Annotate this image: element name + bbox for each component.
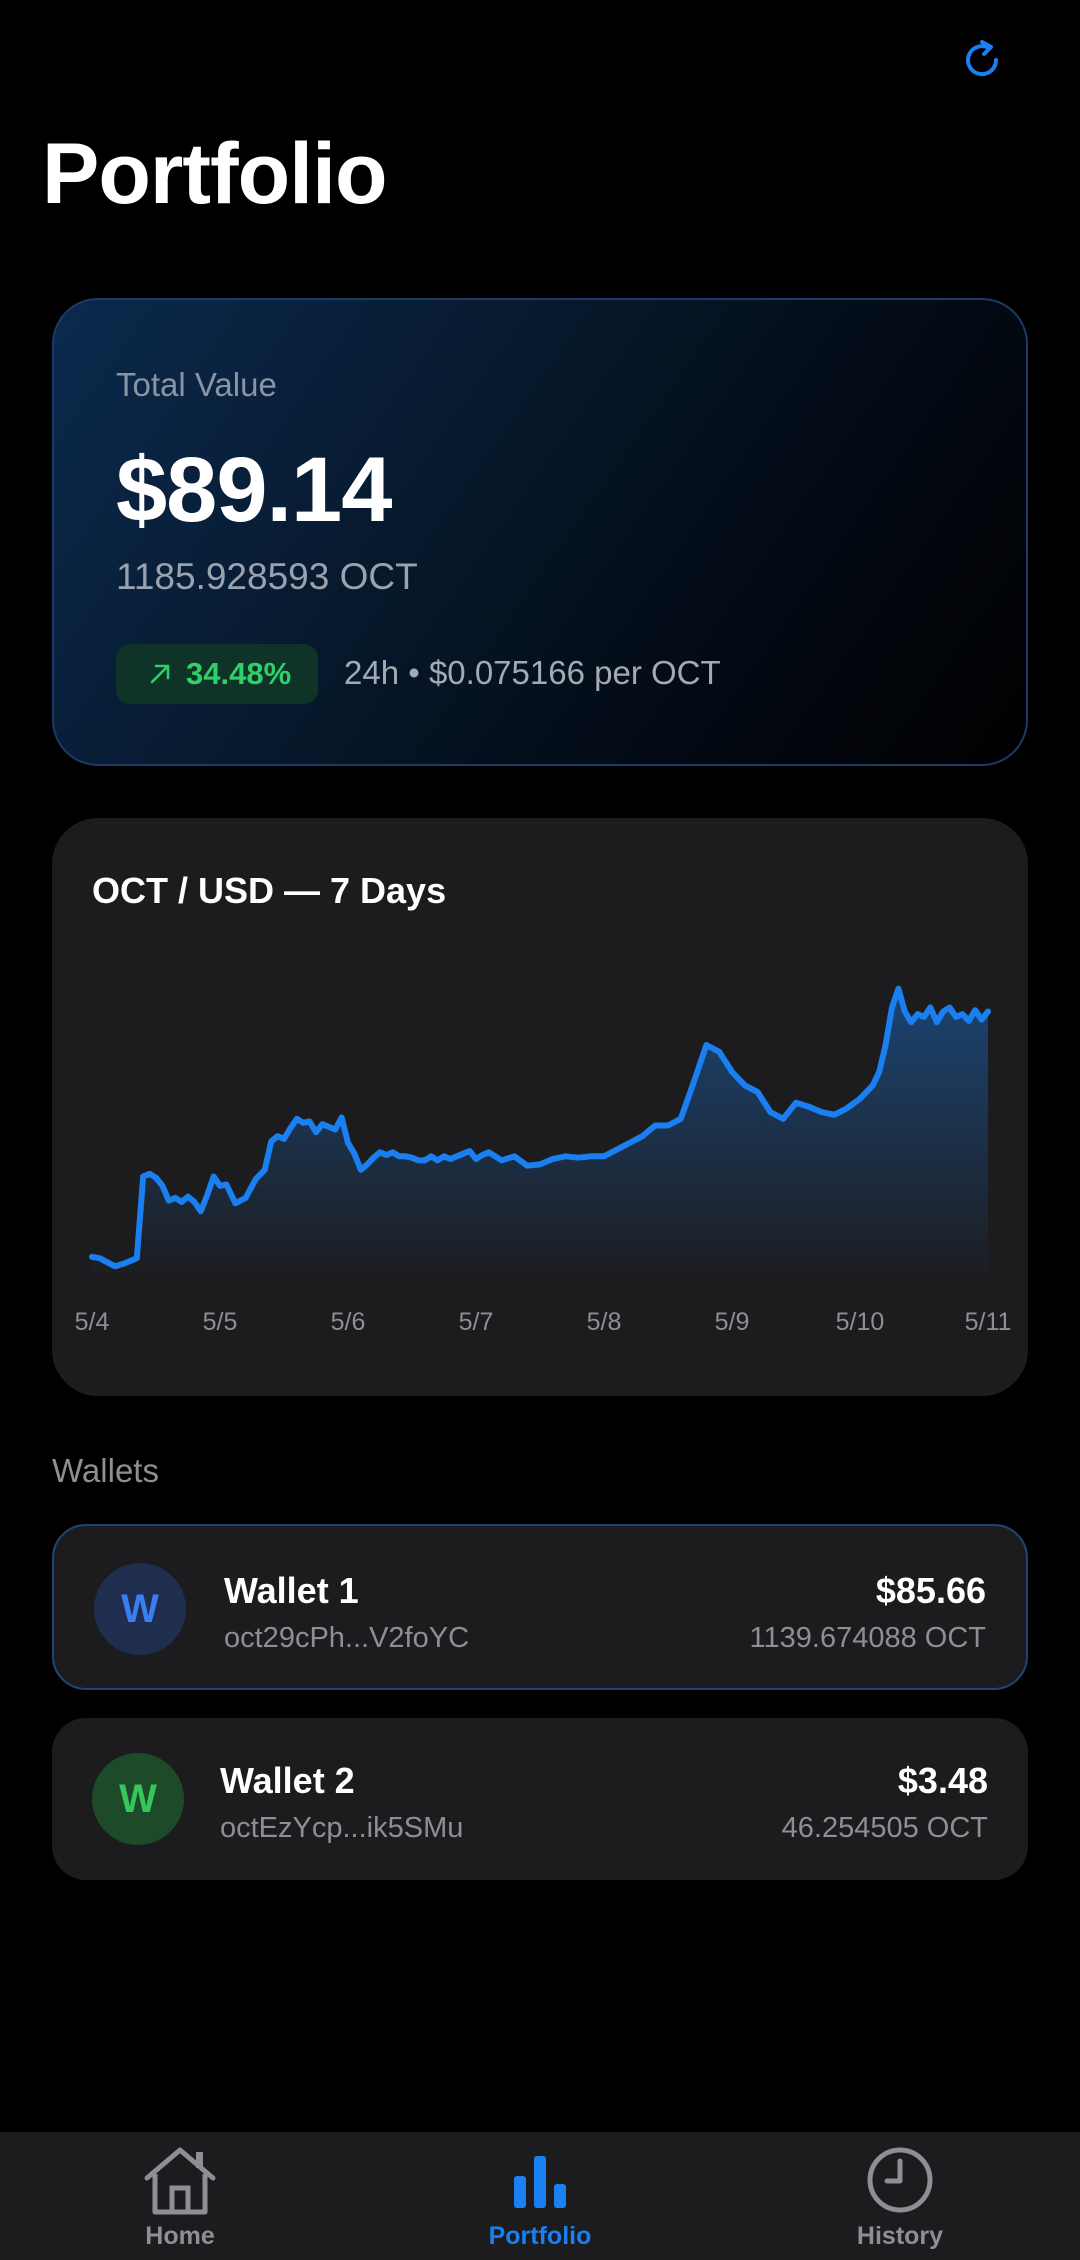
wallet-oct-value: 46.254505 OCT [781,1812,988,1844]
wallet-name: Wallet 2 [220,1760,355,1801]
home-icon [144,2147,216,2215]
x-tick-label: 5/6 [331,1308,366,1336]
chart-area-fill [92,988,988,1273]
wallet-name: Wallet 1 [224,1570,359,1611]
tab-label: Portfolio [488,2222,592,2250]
wallet-card-2[interactable]: W Wallet 2 octEzYcp...ik5SMu $3.48 46.25… [52,1718,1028,1880]
x-tick-label: 5/9 [715,1308,750,1336]
bar-chart-icon [514,2156,566,2208]
wallet-card-1[interactable]: W Wallet 1 oct29cPh...V2foYC $85.66 1139… [52,1524,1028,1690]
avatar: W [92,1753,184,1845]
page-title: Portfolio [42,126,387,222]
wallet-address: octEzYcp...ik5SMu [220,1812,464,1844]
total-oct-amount: 1185.928593 OCT [116,556,418,597]
total-value-amount: $89.14 [116,439,392,541]
change-badge: 34.48% [116,644,318,704]
x-tick-label: 5/10 [836,1308,885,1336]
x-tick-label: 5/11 [965,1308,1012,1336]
tab-label: History [856,2222,944,2250]
refresh-icon [966,40,999,77]
wallet-oct-value: 1139.674088 OCT [749,1622,986,1654]
avatar: W [94,1563,186,1655]
refresh-button[interactable] [952,30,1012,90]
wallet-usd-value: $3.48 [897,1760,988,1801]
wallet-address: oct29cPh...V2foYC [224,1622,470,1654]
price-chart: 5/4 5/5 5/6 5/7 5/8 5/9 5/10 5/11 [75,985,1012,1336]
x-tick-label: 5/8 [587,1308,622,1336]
x-tick-label: 5/5 [203,1308,238,1336]
clock-icon [867,2147,933,2213]
total-value-card: Total Value $89.14 1185.928593 OCT 34.48… [52,298,1028,766]
tab-portfolio[interactable]: Portfolio [360,2132,720,2260]
wallet-usd-value: $85.66 [875,1570,986,1611]
tab-history[interactable]: History [720,2132,1080,2260]
price-chart-card: OCT / USD — 7 Days 5/4 5/5 5/6 5/7 5/8 5/9 5/1… [52,818,1028,1396]
x-tick-label: 5/4 [75,1308,110,1336]
wallets-section-label: Wallets [52,1452,159,1489]
x-tick-label: 5/7 [459,1308,494,1336]
bottom-tab-bar: Home Portfolio History [0,2132,1080,2260]
total-value-label: Total Value [116,366,277,403]
tab-label: Home [145,2222,215,2250]
price-info: 24h • $0.075166 per OCT [344,654,721,691]
arrow-up-right-icon [150,664,170,684]
change-percentage: 34.48% [186,656,292,691]
tab-home[interactable]: Home [0,2132,360,2260]
